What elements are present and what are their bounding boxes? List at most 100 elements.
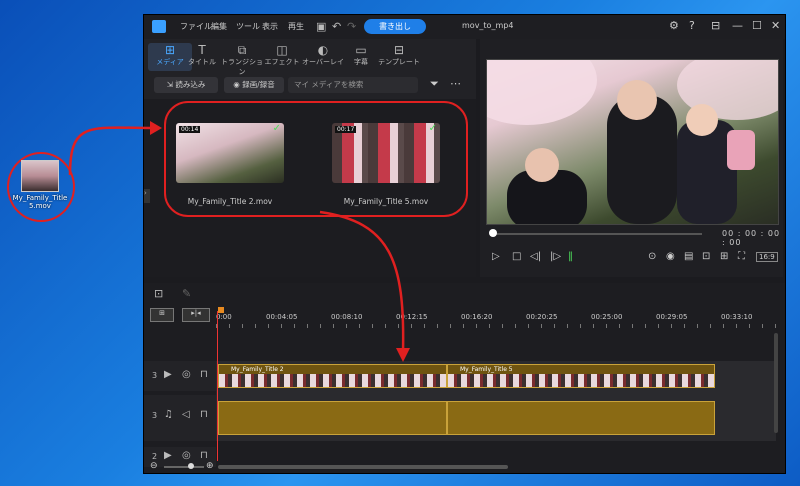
aspect-ratio-button[interactable]: 16:9 xyxy=(756,252,778,262)
video-file-thumbnail xyxy=(21,160,59,192)
eye-icon[interactable]: ◎ xyxy=(182,450,191,461)
prev-frame-icon[interactable]: ◁| xyxy=(530,251,541,262)
preview-video xyxy=(486,59,779,225)
track-number: 2 xyxy=(152,452,158,461)
more-icon[interactable]: ⋯ xyxy=(450,77,461,90)
preview-scene xyxy=(487,60,778,224)
title-icon: T xyxy=(198,43,206,57)
menu-tools[interactable]: ツール xyxy=(236,21,260,32)
zoom-slider[interactable] xyxy=(164,466,204,468)
save-icon[interactable]: ▣ xyxy=(316,20,326,33)
filter-icon[interactable]: ⏷ xyxy=(430,77,439,91)
clip-title: My_Family_Title 2 xyxy=(219,365,446,374)
split-icon[interactable]: ‖ xyxy=(568,251,573,262)
zoom-icon[interactable]: ⊡ xyxy=(702,251,710,262)
record-voice-icon[interactable]: ◉ xyxy=(666,251,675,262)
scrubber-knob[interactable] xyxy=(489,229,497,237)
desktop-file-icon[interactable]: My_Family_Title 5.mov xyxy=(10,160,70,210)
clip-frames xyxy=(448,374,714,387)
tab-template[interactable]: ⊟ テンプレート xyxy=(377,43,421,67)
media-toolbar: ⇲ 読み込み ◉ 録画/録音 マイ メディアを検索 ⏷ ⋯ xyxy=(144,75,476,95)
timeline-vertical-scrollbar[interactable] xyxy=(774,333,778,433)
tab-label: オーバーレイ xyxy=(302,58,344,66)
tick-label: 0:00 xyxy=(216,313,232,321)
video-track-icon: ▶ xyxy=(164,369,172,380)
clip-frames xyxy=(219,374,446,387)
eye-icon[interactable]: ◎ xyxy=(182,369,191,380)
redo-icon[interactable]: ↷ xyxy=(347,20,356,33)
restore-icon[interactable]: ⊟ xyxy=(711,19,720,32)
timeline-tool-button[interactable]: ⊞ xyxy=(150,308,174,322)
preview-timecode: 00 : 00 : 00 : 00 xyxy=(722,229,781,247)
help-icon[interactable]: ? xyxy=(689,19,695,32)
play-icon[interactable]: ▷ xyxy=(492,251,500,262)
tick-label: 00:04:05 xyxy=(266,313,298,321)
preview-scrubber[interactable] xyxy=(492,233,702,235)
search-input[interactable]: マイ メディアを検索 xyxy=(288,77,418,93)
subtitle-toggle-icon[interactable]: ▤ xyxy=(684,251,693,262)
tab-label: トランジション xyxy=(221,58,263,76)
maximize-icon[interactable]: ☐ xyxy=(752,19,762,32)
zoom-out-icon[interactable]: ⊖ xyxy=(150,461,158,471)
tab-label: テンプレート xyxy=(378,58,420,66)
undo-icon[interactable]: ↶ xyxy=(332,20,341,33)
tab-title[interactable]: T タイトル xyxy=(180,43,224,67)
speaker-icon[interactable]: ◁ xyxy=(182,409,190,420)
tab-label: 字幕 xyxy=(354,58,368,66)
menu-file[interactable]: ファイル xyxy=(180,21,212,32)
tick-label: 00:33:10 xyxy=(721,313,753,321)
panel-expand-icon[interactable]: › xyxy=(144,189,150,203)
fit-icon[interactable]: ⊞ xyxy=(720,251,728,262)
lock-icon[interactable]: ⊓ xyxy=(200,369,208,380)
zoom-in-icon[interactable]: ⊕ xyxy=(206,461,214,471)
tick-label: 00:16:20 xyxy=(461,313,493,321)
timeline-ruler[interactable]: 0:00 00:04:05 00:08:10 00:12:15 00:16:20… xyxy=(216,313,776,329)
playhead-handle[interactable] xyxy=(218,307,224,313)
lock-icon[interactable]: ⊓ xyxy=(200,409,208,420)
timeline-audio-clip-2[interactable] xyxy=(447,401,715,435)
tick-label: 00:20:25 xyxy=(526,313,558,321)
template-icon: ⊟ xyxy=(393,43,405,57)
next-frame-icon[interactable]: |▷ xyxy=(550,251,561,262)
fullscreen-icon[interactable]: ⛶ xyxy=(738,251,745,262)
minimize-icon[interactable]: — xyxy=(732,19,743,32)
zoom-slider-knob[interactable] xyxy=(188,463,194,469)
tab-effect[interactable]: ◫ エフェクト xyxy=(260,43,304,67)
project-name: mov_to_mp4 xyxy=(462,21,514,30)
preview-panel: 00 : 00 : 00 : 00 ▷ □ ◁| |▷ ‖ ⊙ ◉ ▤ ⊡ ⊞ … xyxy=(480,39,783,277)
menu-edit[interactable]: 編集 xyxy=(211,21,227,32)
snapshot-icon[interactable]: ⊙ xyxy=(648,251,656,262)
audio-track-header: 3 ♫ ◁ ⊓ xyxy=(144,395,216,441)
lock-icon[interactable]: ⊓ xyxy=(200,450,208,461)
import-button[interactable]: ⇲ 読み込み xyxy=(154,77,218,93)
stop-icon[interactable]: □ xyxy=(512,251,521,262)
tab-label: エフェクト xyxy=(264,58,300,66)
desktop-file-label: My_Family_Title 5.mov xyxy=(12,194,68,210)
timeline-video-clip-2[interactable]: My_Family_Title 5 xyxy=(447,364,715,388)
track-number: 3 xyxy=(152,371,158,380)
close-icon[interactable]: ✕ xyxy=(771,19,780,32)
pen-icon[interactable]: ✎ xyxy=(182,287,191,300)
record-icon: ◉ xyxy=(233,80,243,89)
tick-label: 00:12:15 xyxy=(396,313,428,321)
transition-icon: ⧉ xyxy=(237,43,247,57)
snap-button[interactable]: ▸|◂ xyxy=(182,308,210,322)
export-button[interactable]: 書き出し xyxy=(364,19,426,34)
timeline-horizontal-scrollbar[interactable] xyxy=(218,465,508,469)
timeline-video-clip-1[interactable]: My_Family_Title 2 xyxy=(218,364,447,388)
tick-label: 00:25:00 xyxy=(591,313,623,321)
record-button[interactable]: ◉ 録画/録音 xyxy=(224,77,284,93)
timeline-audio-clip-1[interactable] xyxy=(218,401,447,435)
timeline-select-icon[interactable]: ⊡ xyxy=(154,287,163,300)
tick-label: 00:29:05 xyxy=(656,313,688,321)
timeline-panel: ⊡ ✎ ⊞ ▸|◂ 0:00 00:04:05 00:08:10 00:12:1… xyxy=(144,283,785,473)
app-window: ファイル 編集 ツール 表示 再生 ▣ ↶ ↷ 書き出し mov_to_mp4 … xyxy=(143,14,786,474)
track-number: 3 xyxy=(152,411,158,420)
settings-gear-icon[interactable]: ⚙ xyxy=(669,19,679,32)
tab-transition[interactable]: ⧉ トランジション xyxy=(220,43,264,77)
playhead[interactable] xyxy=(217,311,218,461)
tick-label: 00:08:10 xyxy=(331,313,363,321)
music-icon: ♫ xyxy=(164,409,173,420)
menu-play[interactable]: 再生 xyxy=(288,21,304,32)
menu-view[interactable]: 表示 xyxy=(262,21,278,32)
